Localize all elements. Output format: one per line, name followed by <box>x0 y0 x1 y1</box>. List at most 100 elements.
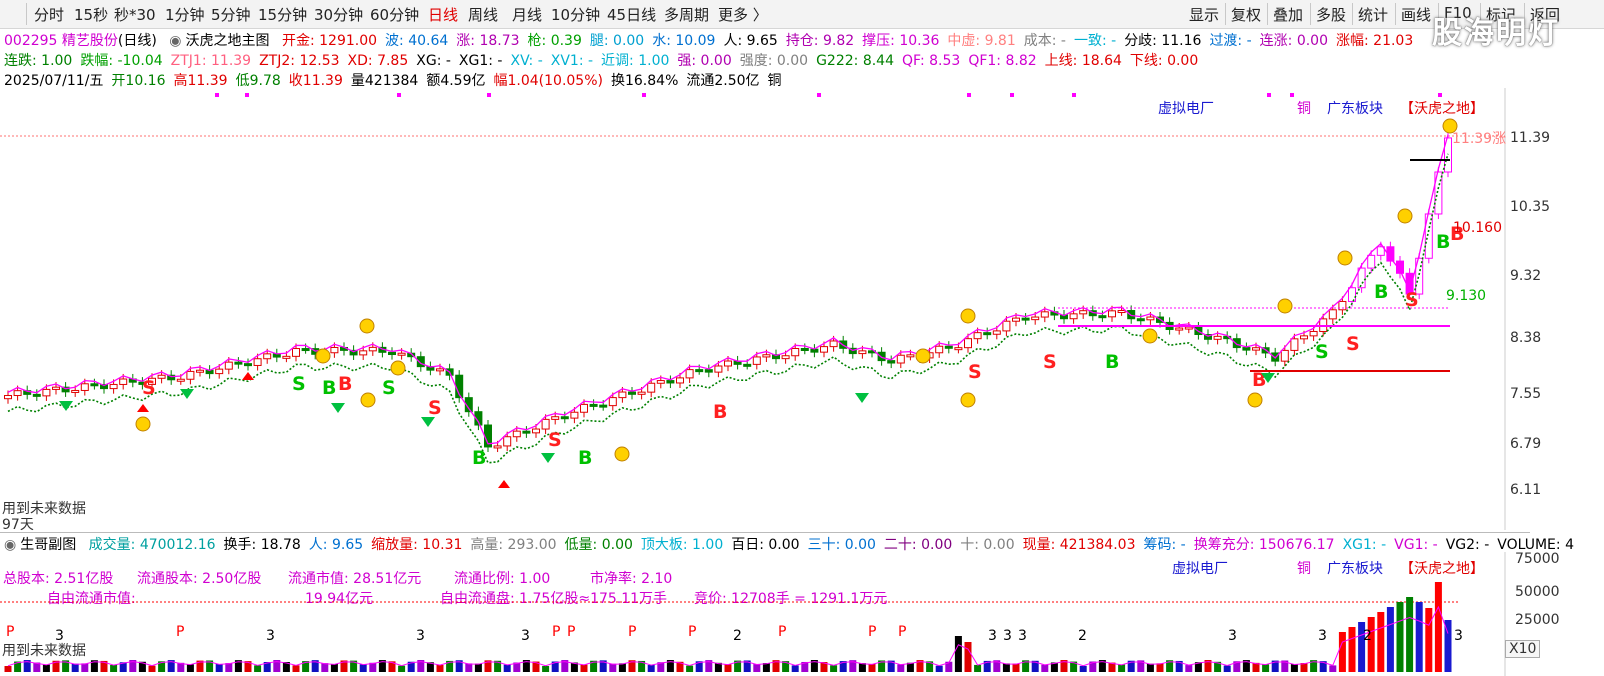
candle-body[interactable] <box>1136 318 1145 322</box>
toolbar-btn-2[interactable]: 叠加 <box>1273 4 1303 25</box>
candle-body[interactable] <box>263 353 272 360</box>
candle-body[interactable] <box>906 354 915 358</box>
candle-body[interactable] <box>292 348 300 357</box>
candle-body[interactable] <box>541 418 550 430</box>
tab-period-11[interactable]: 10分钟 <box>551 4 600 25</box>
candle-body[interactable] <box>1175 327 1184 331</box>
candle-body[interactable] <box>820 346 828 353</box>
candle-body[interactable] <box>80 383 89 391</box>
main-candlestick-chart[interactable]: S BB SSBSBBS S BBS SB SB BS <box>0 88 1604 530</box>
candle-body[interactable] <box>829 340 838 348</box>
candle-body[interactable] <box>1367 254 1376 269</box>
event-marker[interactable] <box>215 93 219 97</box>
candle-body[interactable] <box>253 358 262 366</box>
candle-body[interactable] <box>1098 315 1107 319</box>
tab-period-10[interactable]: 月线 <box>512 4 542 25</box>
volume-bar[interactable] <box>580 664 588 672</box>
candle-body[interactable] <box>570 411 579 419</box>
candle-body[interactable] <box>493 445 502 449</box>
candle-body[interactable] <box>551 416 560 420</box>
candle-body[interactable] <box>4 395 12 400</box>
volume-bar[interactable] <box>954 636 962 672</box>
candle-body[interactable] <box>196 369 204 373</box>
volume-bar[interactable] <box>897 664 905 672</box>
volume-bar[interactable] <box>1415 602 1423 672</box>
buy-signal[interactable]: S <box>1043 351 1057 373</box>
candle-body[interactable] <box>71 389 80 393</box>
toolbar-btn-4[interactable]: 统计 <box>1358 4 1388 25</box>
candle-body[interactable] <box>560 416 569 420</box>
concept-tag-copper[interactable]: 铜 <box>1297 98 1311 118</box>
volume-bar[interactable] <box>110 665 118 672</box>
buy-signal[interactable]: B <box>1252 369 1266 391</box>
buy-signal[interactable]: S <box>428 397 442 419</box>
buy-signal[interactable]: B <box>713 401 727 423</box>
event-marker[interactable] <box>397 93 401 97</box>
volume-bar[interactable] <box>974 664 982 672</box>
candle-body[interactable] <box>1213 335 1222 340</box>
volume-bar[interactable] <box>1223 665 1231 672</box>
event-marker[interactable] <box>487 93 491 97</box>
candle-body[interactable] <box>714 365 723 373</box>
volume-bar[interactable] <box>215 664 223 672</box>
volume-bar[interactable] <box>1396 602 1404 672</box>
candle-body[interactable] <box>1328 309 1337 320</box>
event-marker[interactable] <box>1010 93 1014 97</box>
candle-body[interactable] <box>1012 317 1020 322</box>
volume-bar[interactable] <box>964 642 972 672</box>
candle-body[interactable] <box>1021 317 1030 321</box>
volume-bar[interactable] <box>935 665 943 672</box>
buy-signal[interactable]: S <box>548 429 562 451</box>
candle-body[interactable] <box>1002 320 1011 332</box>
candle-body[interactable] <box>52 386 60 390</box>
volume-bar[interactable] <box>186 664 194 672</box>
candle-body[interactable] <box>1184 326 1193 330</box>
concept-tag-guangdong[interactable]: 广东板块 <box>1327 98 1383 118</box>
tab-period-14[interactable]: 更多 〉 <box>718 4 768 25</box>
candle-body[interactable] <box>647 382 656 393</box>
candle-body[interactable] <box>436 368 444 372</box>
candle-body[interactable] <box>685 369 694 379</box>
candle-body[interactable] <box>580 403 588 413</box>
candle-body[interactable] <box>1127 310 1136 320</box>
toolbar-btn-3[interactable]: 多股 <box>1316 4 1346 25</box>
candle-body[interactable] <box>608 397 617 407</box>
volume-bar[interactable] <box>1348 627 1356 672</box>
sub-scale-label[interactable]: X10 <box>1505 640 1541 658</box>
volume-bar[interactable] <box>1338 632 1346 672</box>
candle-body[interactable] <box>503 436 512 447</box>
volume-bar[interactable] <box>398 665 406 672</box>
volume-bar[interactable] <box>1185 665 1193 672</box>
indicator-switch-icon[interactable]: ◉ <box>169 33 181 49</box>
candle-body[interactable] <box>215 368 224 375</box>
volume-bar[interactable] <box>436 664 444 672</box>
candle-body[interactable] <box>1069 313 1078 320</box>
volume-bar[interactable] <box>830 665 838 672</box>
volume-bar[interactable] <box>1386 607 1394 672</box>
event-marker[interactable] <box>1438 93 1442 97</box>
volume-bar[interactable] <box>791 665 799 672</box>
candle-body[interactable] <box>330 346 339 354</box>
candle-body[interactable] <box>666 380 675 384</box>
candle-body[interactable] <box>752 356 761 365</box>
sub-indicator-switch-icon[interactable]: ◉ <box>4 537 16 553</box>
buy-signal[interactable]: S <box>968 361 982 383</box>
candle-body[interactable] <box>119 378 128 385</box>
volume-bar[interactable] <box>1012 663 1020 672</box>
candle-body[interactable] <box>954 347 963 351</box>
candle-body[interactable] <box>13 390 22 397</box>
volume-bar[interactable] <box>1002 663 1010 672</box>
candle-body[interactable] <box>964 338 972 349</box>
candle-body[interactable] <box>1300 335 1308 340</box>
volume-bar[interactable] <box>1146 663 1154 672</box>
volume-bar[interactable] <box>542 665 550 672</box>
candle-body[interactable] <box>397 352 406 356</box>
volume-bar[interactable] <box>1041 664 1049 672</box>
candle-body[interactable] <box>224 361 233 370</box>
candle-body[interactable] <box>656 380 665 384</box>
candle-body[interactable] <box>676 377 684 384</box>
volume-bar[interactable] <box>359 664 367 672</box>
tab-period-0[interactable]: 分时 <box>34 4 64 25</box>
tab-period-6[interactable]: 30分钟 <box>314 4 363 25</box>
volume-bar[interactable] <box>1290 664 1298 672</box>
